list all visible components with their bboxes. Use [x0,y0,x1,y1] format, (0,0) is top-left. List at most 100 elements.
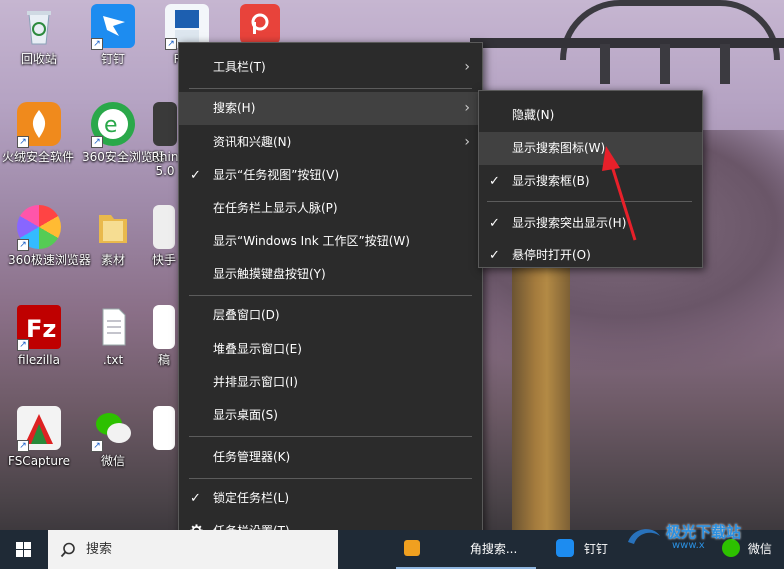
recycle-bin-icon [17,4,61,48]
desktop-icon-partial[interactable] [150,406,178,450]
checkmark-icon: ✓ [489,174,500,189]
menu-item-task-view-button[interactable]: ✓ 显示“任务视图”按钮(V) [179,159,482,192]
menu-item-cascade-windows[interactable]: 层叠窗口(D) [179,299,482,332]
taskbar-context-menu: 工具栏(T) › 搜索(H) › 资讯和兴趣(N) › ✓ 显示“任务视图”按钮… [178,42,483,554]
desktop-icon-txt-file[interactable]: .txt [82,305,144,367]
chevron-right-icon: › [464,134,470,150]
watermark-text: 极光下载站 [666,523,742,541]
folder-icon [91,205,135,249]
menu-separator [189,478,472,479]
start-button[interactable] [0,530,48,569]
svg-text:Fz: Fz [26,315,56,343]
pdf-app-icon [240,4,280,44]
wallpaper-bridge-deck [470,38,784,48]
desktop-icon-recycle-bin[interactable]: 回收站 [8,4,70,66]
menu-item-toolbars[interactable]: 工具栏(T) › [179,51,482,84]
submenu-item-label: 隐藏(N) [512,108,555,122]
shortcut-arrow-icon: ↗ [17,136,29,148]
menu-item-task-manager[interactable]: 任务管理器(K) [179,441,482,474]
text-file-icon [91,305,135,349]
taskbar-app-label: 角搜索... [469,542,518,556]
shortcut-arrow-icon: ↗ [91,440,103,452]
menu-item-label: 显示“任务视图”按钮(V) [213,168,340,182]
dingtalk-icon: ↗ [91,4,135,50]
shortcut-arrow-icon: ↗ [91,38,103,50]
checkmark-icon: ✓ [489,248,500,263]
menu-item-label: 搜索(H) [213,101,256,115]
menu-item-label: 层叠窗口(D) [213,308,280,322]
wallpaper-bridge-pier [600,44,610,84]
desktop-icon-filezilla[interactable]: Fz ↗ filezilla [8,305,70,367]
watermark-subtext: www.x [672,540,705,551]
menu-item-stack-windows[interactable]: 堆叠显示窗口(E) [179,333,482,366]
red-arrow-icon [602,146,637,241]
menu-item-label: 并排显示窗口(I) [213,375,298,389]
desktop-icon-360-speed-browser[interactable]: ↗ 360极速浏览器 [8,205,91,267]
shortcut-arrow-icon: ↗ [17,440,29,452]
taskbar-app-label: 钉钉 [583,542,608,556]
menu-separator [189,436,472,437]
taskbar-app-dingtalk[interactable]: 钉钉 [556,530,626,569]
wallpaper-bridge-arch [560,0,780,60]
svg-text:e: e [104,113,118,138]
360-speed-browser-icon: ↗ [17,205,61,251]
menu-item-label: 显示桌面(S) [213,408,278,422]
submenu-item-label: 悬停时打开(O) [512,248,591,262]
menu-item-label: 堆叠显示窗口(E) [213,342,302,356]
menu-item-label: 锁定任务栏(L) [213,491,290,505]
huorong-shield-icon: ↗ [17,102,61,148]
desktop-icon-kuaishou[interactable]: 快手 [150,205,178,267]
shortcut-arrow-icon: ↗ [17,339,29,351]
wechat-icon: ↗ [91,406,135,452]
menu-item-windows-ink[interactable]: 显示“Windows Ink 工作区”按钮(W) [179,225,482,258]
menu-item-side-by-side[interactable]: 并排显示窗口(I) [179,366,482,399]
360-browser-icon: e ↗ [91,102,135,148]
desktop-icon-huorong[interactable]: ↗ 火绒安全软件 [2,102,74,164]
checkmark-icon: ✓ [489,216,500,231]
chevron-right-icon: › [464,59,470,75]
menu-item-label: 任务管理器(K) [213,450,291,464]
menu-separator [189,88,472,89]
desktop-icon-rhino-5[interactable]: Rhin 5.0 [150,102,180,178]
rhino-icon [153,102,177,146]
chevron-right-icon: › [464,100,470,116]
menu-item-search[interactable]: 搜索(H) › [179,92,482,125]
desktop-icon-wechat[interactable]: ↗ 微信 [82,406,144,468]
document-icon [153,305,175,349]
menu-item-touch-keyboard[interactable]: 显示触摸键盘按钮(Y) [179,258,482,291]
menu-item-label: 显示“Windows Ink 工作区”按钮(W) [213,234,410,248]
menu-item-label: 工具栏(T) [213,60,266,74]
menu-item-show-desktop[interactable]: 显示桌面(S) [179,399,482,432]
filezilla-icon: Fz ↗ [17,305,61,351]
checkmark-icon: ✓ [190,168,201,183]
menu-separator [189,295,472,296]
menu-item-label: 资讯和兴趣(N) [213,135,292,149]
app-icon [404,540,420,556]
menu-item-lock-taskbar[interactable]: ✓ 锁定任务栏(L) [179,482,482,515]
desktop-icon-folder-sucai[interactable]: 素材 [82,205,144,267]
menu-item-show-people[interactable]: 在任务栏上显示人脉(P) [179,192,482,225]
shortcut-arrow-icon: ↗ [165,38,177,50]
menu-item-label: 在任务栏上显示人脉(P) [213,201,338,215]
dingtalk-icon [556,539,574,557]
search-placeholder: 搜索 [86,542,113,557]
desktop-icon-wps-pdf[interactable] [238,4,282,44]
search-icon [60,542,75,558]
document-icon [153,406,175,450]
desktop-icon-draft[interactable]: 稿 [150,305,178,367]
watermark-swirl-icon [628,529,660,544]
desktop-icon-360-browser[interactable]: e ↗ 360安全浏览器 [82,102,165,164]
desktop-icon-fscapture[interactable]: ↗ FSCapture [8,406,70,468]
wallpaper-bridge-pier [720,44,730,84]
taskbar-app-browser[interactable]: 角搜索... [396,530,536,569]
watermark-logo: 极光下载站 www.x [620,518,784,556]
desktop-icon-dingtalk[interactable]: ↗ 钉钉 [82,4,144,66]
submenu-item-hidden[interactable]: 隐藏(N) [479,99,702,132]
fscapture-icon: ↗ [17,406,61,452]
wallpaper-tree-trunk [512,230,570,530]
taskbar-search-box[interactable]: 搜索 [48,530,338,569]
shortcut-arrow-icon: ↗ [91,136,103,148]
checkmark-icon: ✓ [190,491,201,506]
menu-item-news-interests[interactable]: 资讯和兴趣(N) › [179,126,482,159]
kuaishou-icon [153,205,175,249]
